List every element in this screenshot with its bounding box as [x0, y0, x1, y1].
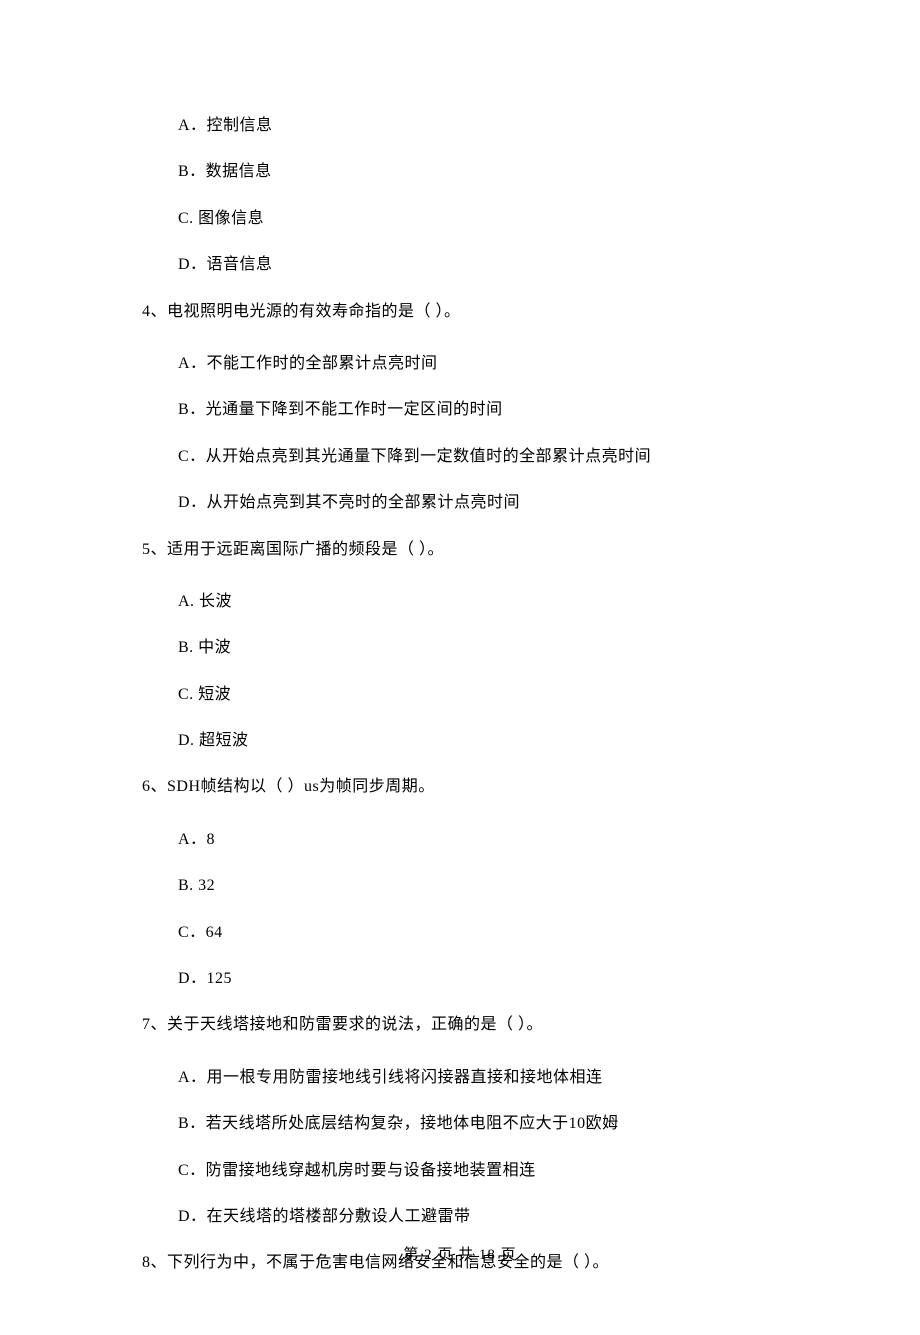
q4-option-d: D．从开始点亮到其不亮时的全部累计点亮时间 [178, 492, 778, 514]
q4-option-a: A．不能工作时的全部累计点亮时间 [178, 353, 778, 375]
option-a: A．控制信息 [178, 115, 778, 137]
q7-option-c: C．防雷接地线穿越机房时要与设备接地装置相连 [178, 1160, 778, 1182]
question-7: 7、关于天线塔接地和防雷要求的说法，正确的是（ ）。 [142, 1014, 778, 1036]
question-6: 6、SDH帧结构以（ ）us为帧同步周期。 [142, 776, 778, 798]
option-c: C. 图像信息 [178, 208, 778, 230]
q5-option-b: B. 中波 [178, 637, 778, 659]
q5-option-c: C. 短波 [178, 684, 778, 706]
q7-option-a: A．用一根专用防雷接地线引线将闪接器直接和接地体相连 [178, 1067, 778, 1089]
question-5: 5、适用于远距离国际广播的频段是（ ）。 [142, 539, 778, 561]
q5-option-a: A. 长波 [178, 591, 778, 613]
question-4: 4、电视照明电光源的有效寿命指的是（ ）。 [142, 301, 778, 323]
q6-option-c: C．64 [178, 922, 778, 944]
q7-option-d: D．在天线塔的塔楼部分敷设人工避雷带 [178, 1206, 778, 1228]
page-footer: 第 2 页 共 18 页 [0, 1243, 920, 1264]
page-content: A．控制信息 B．数据信息 C. 图像信息 D．语音信息 4、电视照明电光源的有… [0, 0, 920, 1335]
q5-option-d: D. 超短波 [178, 730, 778, 752]
q7-option-b: B．若天线塔所处底层结构复杂，接地体电阻不应大于10欧姆 [178, 1113, 778, 1135]
option-d: D．语音信息 [178, 254, 778, 276]
q4-option-b: B．光通量下降到不能工作时一定区间的时间 [178, 399, 778, 421]
q6-option-d: D．125 [178, 968, 778, 990]
q4-option-c: C．从开始点亮到其光通量下降到一定数值时的全部累计点亮时间 [178, 446, 778, 468]
option-b: B．数据信息 [178, 161, 778, 183]
q6-option-b: B. 32 [178, 875, 778, 897]
q6-option-a: A．8 [178, 829, 778, 851]
